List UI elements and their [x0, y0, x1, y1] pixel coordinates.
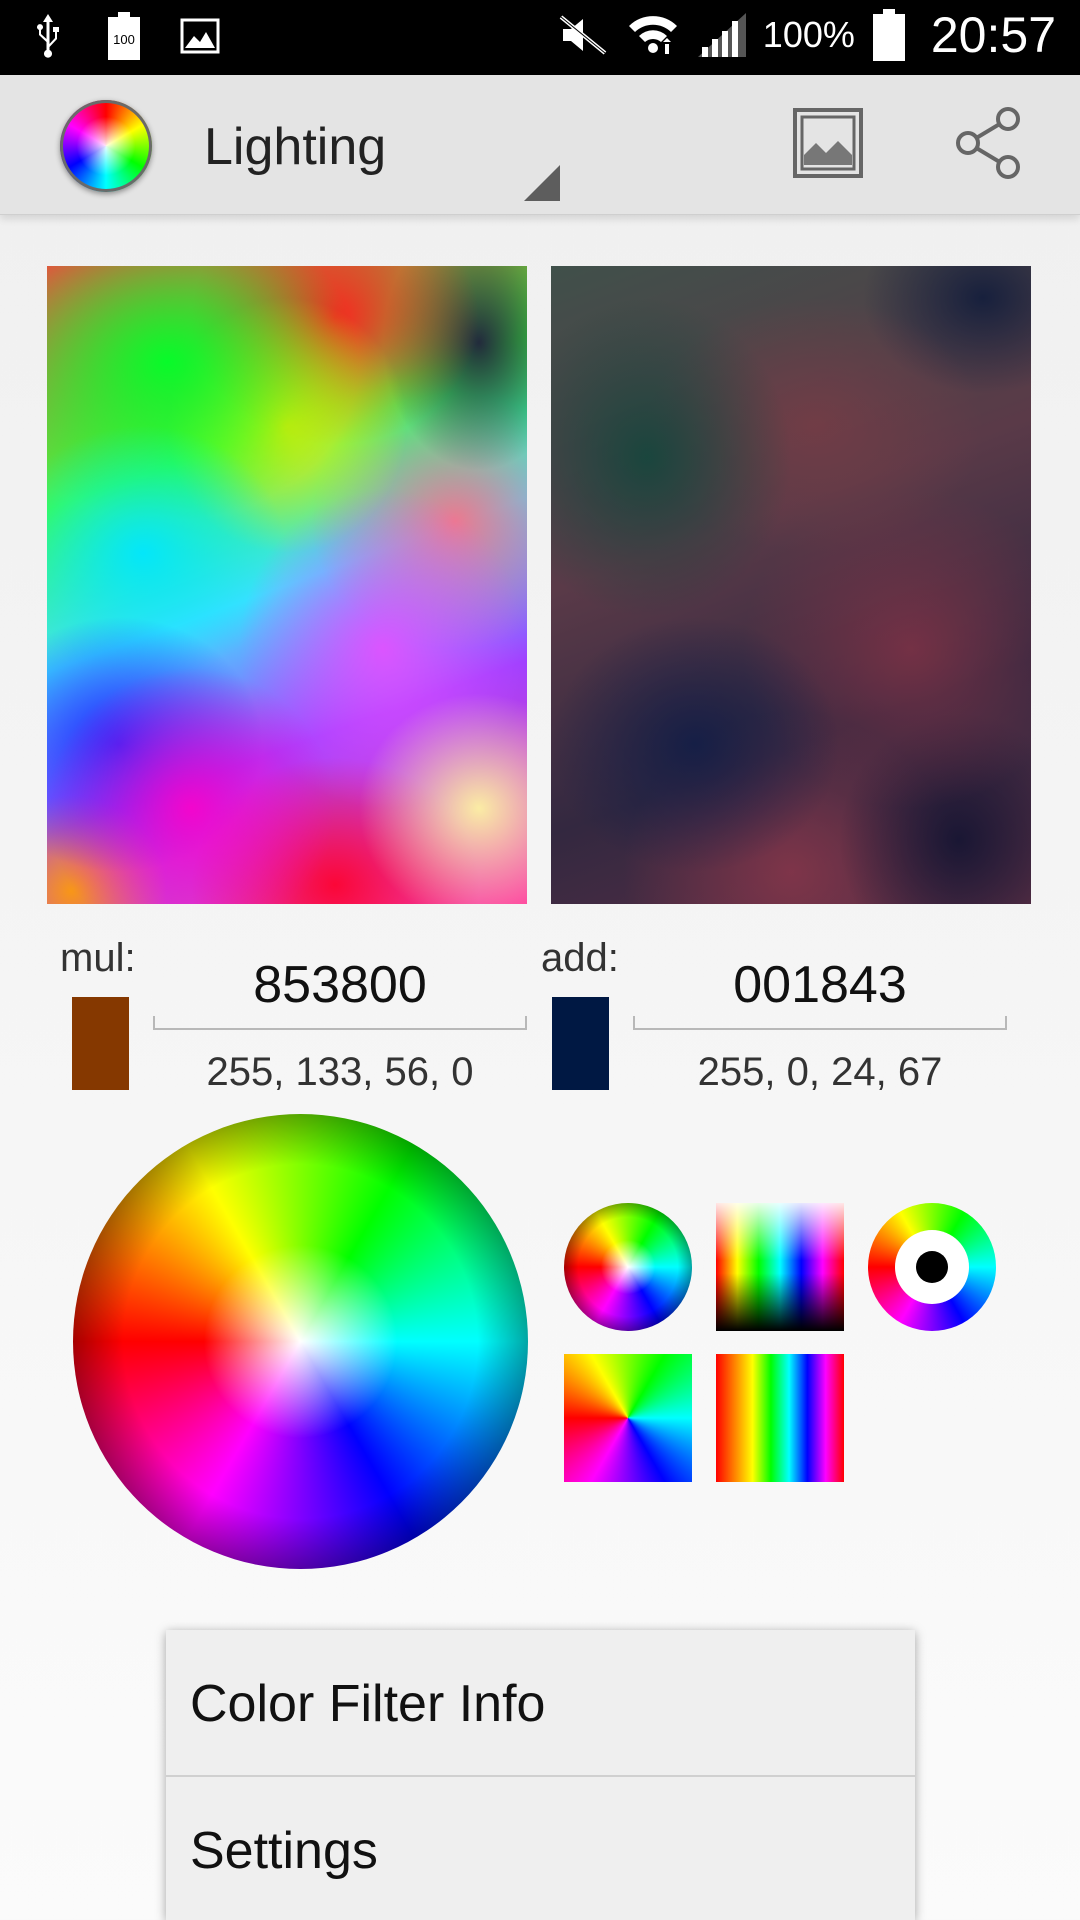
mode-spinner-label: Lighting	[204, 118, 387, 176]
palette-spectrum-gradient[interactable]	[716, 1203, 844, 1331]
share-icon	[950, 105, 1026, 185]
svg-text:100: 100	[113, 32, 135, 47]
palette-color-wheel[interactable]	[564, 1203, 692, 1331]
mul-hex-value: 853800	[253, 956, 427, 1014]
status-bar-right: 100% 20:57	[557, 6, 1056, 64]
palette-rainbow-stripes[interactable]	[716, 1354, 844, 1482]
menu-item-label: Settings	[190, 1822, 378, 1880]
menu-item-settings[interactable]: Settings	[166, 1777, 915, 1920]
action-bar: Lighting	[0, 75, 1080, 215]
pick-image-button[interactable]	[788, 105, 868, 185]
add-hex-input[interactable]: 001843	[633, 950, 1007, 1030]
usb-icon	[28, 10, 68, 62]
image-icon	[180, 10, 220, 62]
color-wheel-picker[interactable]	[73, 1114, 528, 1569]
spinner-arrow-icon	[524, 165, 560, 201]
add-rgba-values: 255, 0, 24, 67	[697, 1050, 943, 1094]
wifi-icon	[625, 9, 681, 61]
palette-hue-ring[interactable]	[868, 1203, 996, 1331]
menu-item-color-filter-info[interactable]: Color Filter Info	[166, 1630, 915, 1776]
add-hex-value: 001843	[733, 956, 907, 1014]
add-label: add:	[541, 936, 619, 980]
filtered-image-preview[interactable]	[551, 266, 1031, 904]
status-bar-left: 100	[28, 10, 220, 62]
mul-rgba-values: 255, 133, 56, 0	[206, 1050, 474, 1094]
mul-color-swatch[interactable]	[72, 997, 129, 1090]
original-image-preview[interactable]	[47, 266, 527, 904]
battery-100-icon: 100	[104, 10, 144, 62]
add-color-swatch[interactable]	[552, 997, 609, 1090]
signal-icon	[697, 9, 747, 61]
app-logo-icon[interactable]	[60, 100, 152, 192]
mul-hex-input[interactable]: 853800	[153, 950, 527, 1030]
mode-spinner[interactable]: Lighting	[160, 75, 560, 215]
mul-label: mul:	[60, 936, 136, 980]
palette-hue-square[interactable]	[564, 1354, 692, 1482]
battery-percent: 100%	[762, 14, 855, 55]
mute-icon	[557, 9, 609, 61]
share-button[interactable]	[948, 105, 1028, 185]
image-icon	[792, 107, 864, 183]
battery-icon	[871, 9, 907, 61]
overflow-menu: Color Filter Info Settings	[166, 1630, 915, 1920]
menu-item-label: Color Filter Info	[190, 1675, 546, 1733]
clock: 20:57	[930, 7, 1056, 63]
status-bar: 100 100% 20:57	[0, 0, 1080, 75]
